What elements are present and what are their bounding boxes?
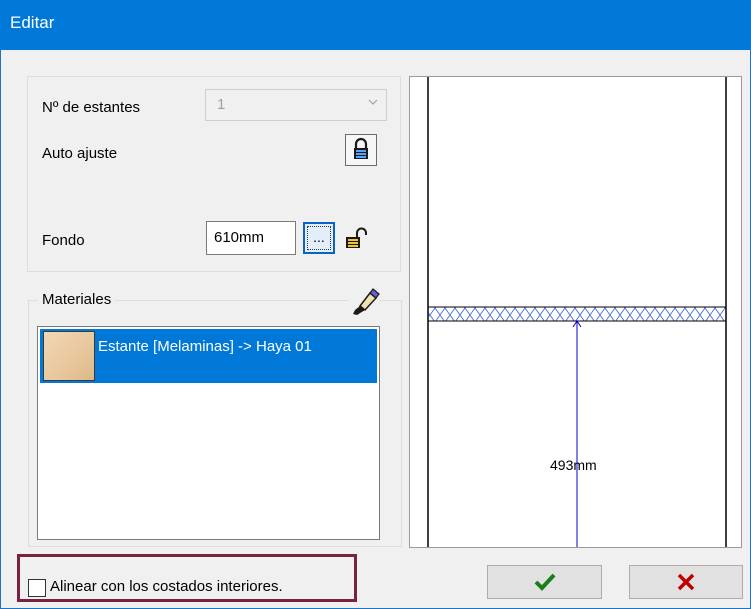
depth-browse-button[interactable]: ...: [303, 222, 335, 254]
brush-icon[interactable]: [348, 287, 380, 317]
materials-list[interactable]: Estante [Melaminas] -> Haya 01: [37, 326, 380, 540]
depth-label: Fondo: [42, 232, 85, 249]
cancel-button[interactable]: [629, 565, 743, 599]
chevron-down-icon: [368, 99, 378, 105]
auto-fit-lock-button[interactable]: [345, 134, 377, 166]
shelves-label: Nº de estantes: [42, 99, 141, 116]
dimension-label: 493mm: [550, 457, 597, 473]
lock-icon: [354, 137, 368, 159]
auto-fit-label: Auto ajuste: [42, 145, 118, 162]
browse-button-label: ...: [307, 226, 331, 250]
materials-label: Materiales: [38, 291, 116, 308]
material-swatch: [43, 331, 95, 381]
depth-input[interactable]: 610mm: [206, 221, 296, 255]
depth-input-value: 610mm: [214, 229, 265, 246]
shelf-drawing: [427, 77, 727, 547]
shelf-board: [427, 306, 727, 322]
material-name: Estante [Melaminas] -> Haya 01: [98, 338, 312, 355]
align-checkbox[interactable]: [28, 579, 46, 597]
window-title: Editar: [10, 13, 55, 32]
shelves-select-value: 1: [217, 96, 226, 113]
list-item[interactable]: Estante [Melaminas] -> Haya 01: [40, 329, 377, 383]
checkmark-icon: [534, 573, 555, 591]
shelves-select[interactable]: 1: [205, 89, 387, 121]
padlock-open-icon[interactable]: [344, 226, 368, 252]
x-icon: [677, 573, 695, 591]
shelf-preview: 493mm: [409, 76, 742, 548]
align-checkbox-label[interactable]: Alinear con los costados interiores.: [50, 578, 283, 595]
title-bar: Editar: [0, 0, 751, 50]
ok-button[interactable]: [487, 565, 602, 599]
